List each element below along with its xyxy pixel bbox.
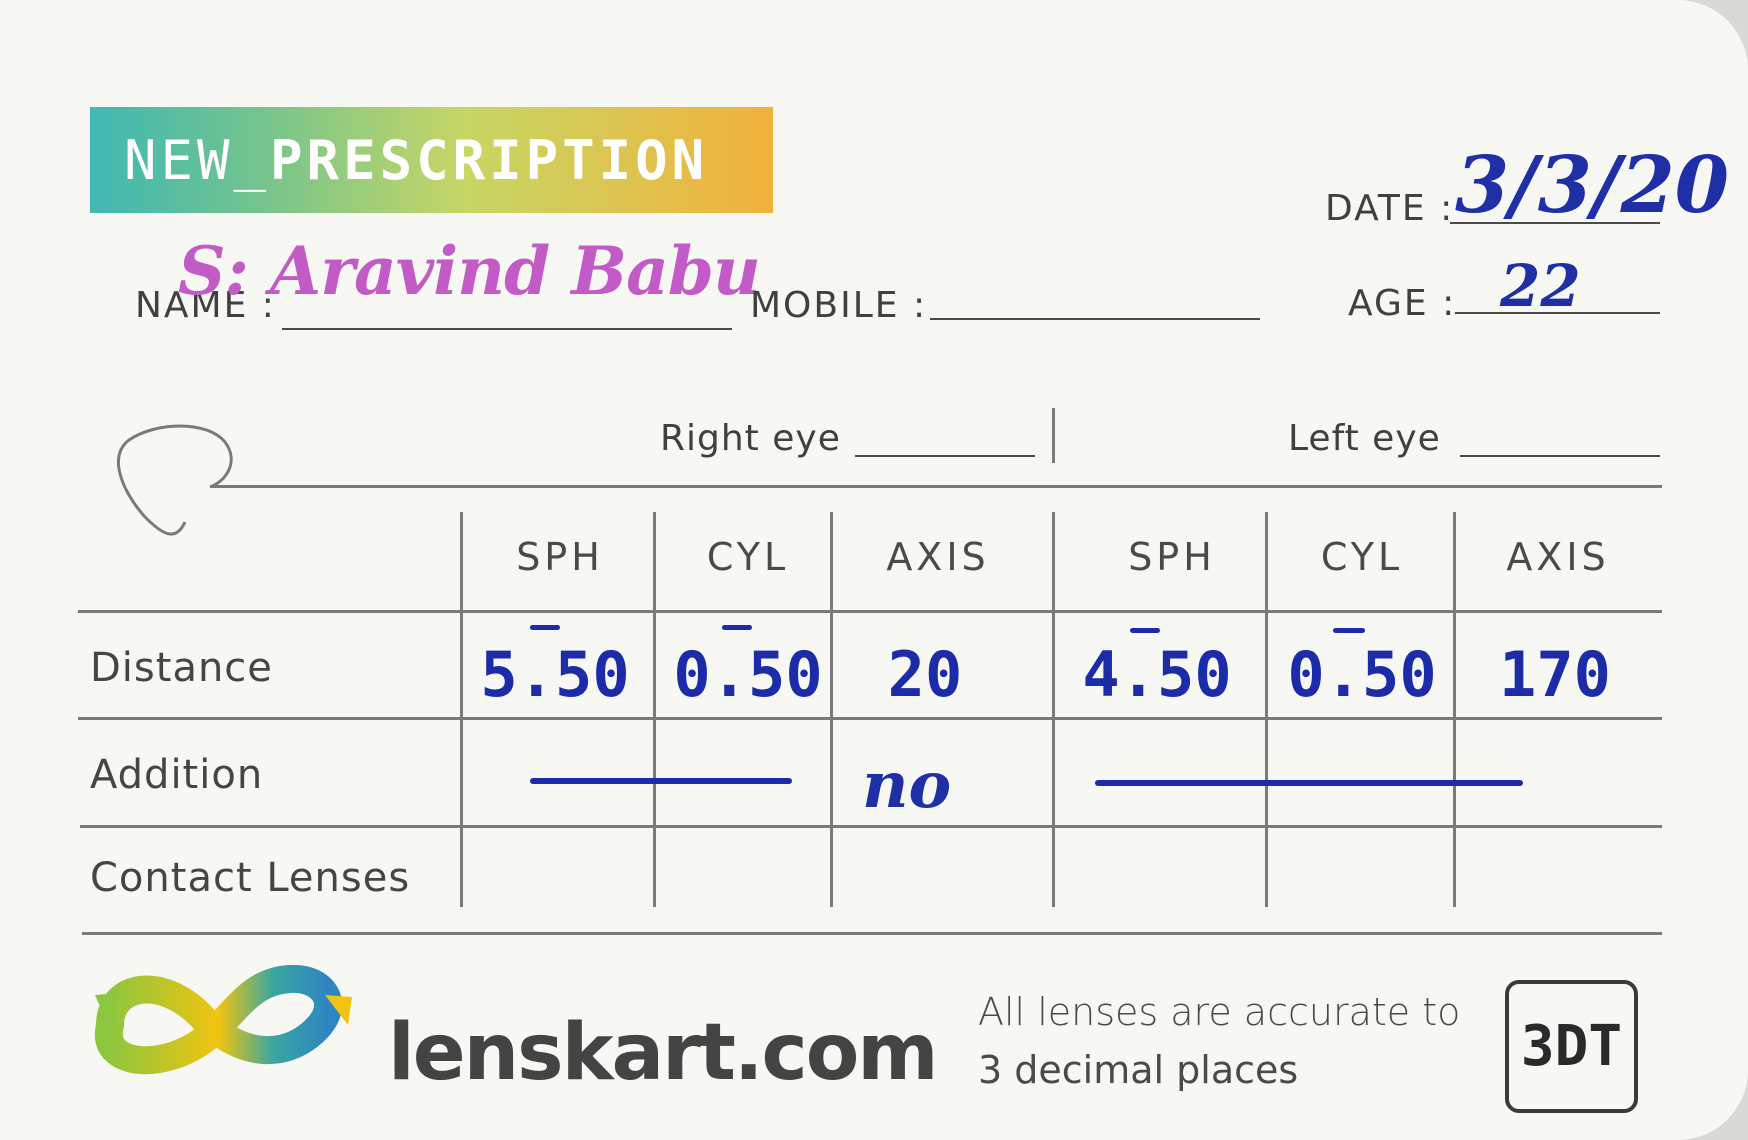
distance-left-cyl: 0.50 [1287, 638, 1437, 711]
date-label: DATE : [1325, 188, 1455, 229]
disclaimer-line2: 3 decimal places [978, 1048, 1299, 1092]
title-banner: NEW_ PRESCRIPTION [90, 107, 773, 213]
col-header-right-axis: AXIS [886, 535, 990, 579]
row-label-distance: Distance [90, 645, 273, 691]
lenskart-logo-icon [94, 965, 352, 1075]
distance-right-axis: 20 [887, 638, 963, 711]
title-main: PRESCRIPTION [270, 128, 709, 192]
minus-mark [530, 625, 560, 630]
eye-divider [1052, 408, 1055, 463]
col-rule [460, 512, 463, 907]
distance-left-axis: 170 [1499, 638, 1611, 711]
minus-mark [1333, 628, 1365, 633]
minus-mark [1130, 628, 1160, 633]
age-label: AGE : [1348, 283, 1457, 324]
col-rule [1052, 512, 1055, 907]
distance-rule [78, 717, 1662, 720]
col-header-left-sph: SPH [1128, 535, 1216, 579]
distance-left-sph: 4.50 [1082, 638, 1232, 711]
row-label-addition: Addition [90, 752, 264, 798]
addition-left-dash [1095, 780, 1523, 786]
col-header-left-cyl: CYL [1320, 535, 1404, 579]
col-header-left-axis: AXIS [1506, 535, 1610, 579]
col-rule [1453, 512, 1456, 907]
col-header-right-cyl: CYL [706, 535, 790, 579]
table-bottom-rule [82, 932, 1662, 935]
age-value: 22 [1500, 252, 1581, 320]
name-underline [282, 328, 732, 330]
date-value: 3/3/20 [1455, 140, 1730, 231]
addition-rule [80, 825, 1662, 828]
minus-mark [722, 625, 752, 630]
table-top-rule [210, 485, 1662, 488]
row-label-contact-lenses: Contact Lenses [90, 855, 411, 901]
right-eye-underline [855, 455, 1035, 457]
name-value: S: Aravind Babu [178, 232, 761, 310]
3dt-badge: 3DT [1505, 980, 1638, 1113]
mobile-label: MOBILE : [750, 285, 928, 326]
brand-name: lenskart.com [388, 1008, 939, 1098]
disclaimer-line1: All lenses are accurate to [978, 990, 1461, 1034]
left-eye-underline [1460, 455, 1660, 457]
addition-right-dash [530, 778, 792, 784]
col-rule [653, 512, 656, 907]
prescription-card: NEW_ PRESCRIPTION NAME : S: Aravind Babu … [0, 0, 1748, 1140]
distance-right-cyl: 0.50 [673, 638, 823, 711]
col-header-right-sph: SPH [516, 535, 604, 579]
distance-right-sph: 5.50 [480, 638, 630, 711]
badge-text: 3DT [1520, 1014, 1623, 1079]
right-eye-label: Right eye [660, 418, 841, 459]
title-prefix: NEW_ [124, 128, 271, 192]
mobile-underline [930, 318, 1260, 320]
header-rule [78, 610, 1662, 613]
left-eye-label: Left eye [1288, 418, 1441, 459]
col-rule [1265, 512, 1268, 907]
addition-note: no [862, 748, 952, 823]
